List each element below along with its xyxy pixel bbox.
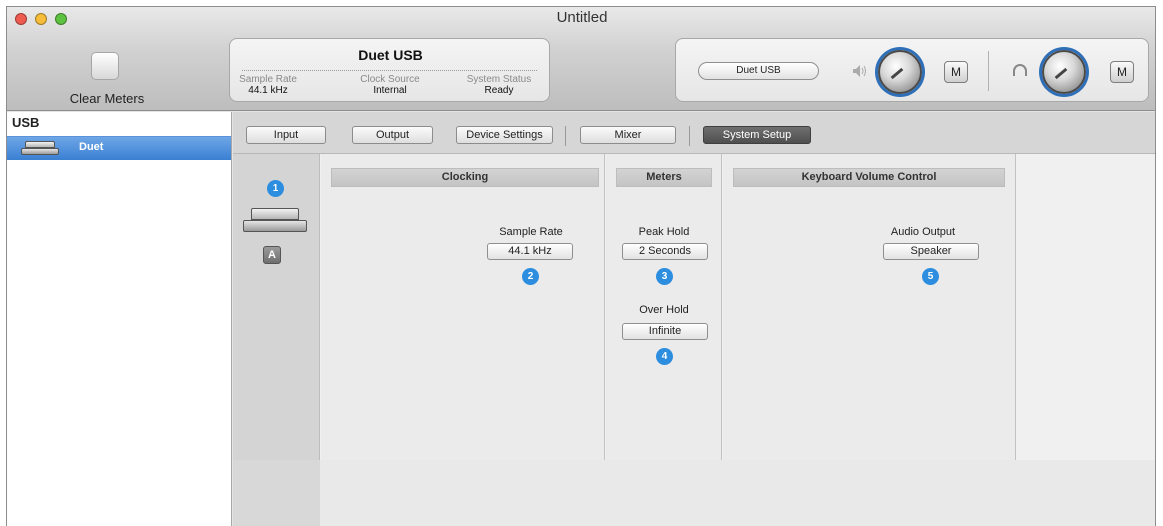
system-status-label: System Status: [466, 74, 532, 85]
device-a-button[interactable]: A: [263, 246, 281, 264]
sample-rate-stat: Sample Rate 44.1 kHz: [236, 74, 300, 96]
peak-hold-select[interactable]: 2 Seconds: [622, 243, 708, 260]
callout-badge-5: 5: [922, 268, 939, 285]
callout-badge-2: 2: [522, 268, 539, 285]
window-title: Untitled: [556, 9, 608, 26]
tab-mixer[interactable]: Mixer: [580, 126, 676, 144]
clocking-header: Clocking: [331, 168, 599, 187]
app-window: Untitled Clear Meters Duet USB Sample Ra…: [6, 6, 1156, 526]
sample-rate-field-label: Sample Rate: [499, 226, 563, 238]
tab-separator: [565, 126, 566, 146]
sidebar-group-usb: USB: [12, 115, 40, 130]
speaker-icon: [852, 63, 866, 79]
device-column: 1 A: [233, 154, 320, 460]
clock-source-label: Clock Source: [360, 74, 420, 85]
keyboard-volume-panel: Keyboard Volume Control Audio Output Spe…: [723, 154, 1016, 460]
status-divider: [242, 70, 537, 71]
peak-hold-label: Peak Hold: [638, 226, 690, 238]
device-status-panel: Duet USB Sample Rate 44.1 kHz Clock Sour…: [229, 38, 550, 102]
clock-source-stat: Clock Source Internal: [350, 74, 430, 96]
system-status-value: Ready: [484, 85, 514, 96]
sample-rate-select[interactable]: 44.1 kHz: [487, 243, 573, 260]
output-divider: [988, 51, 989, 91]
system-status-stat: System Status Ready: [458, 74, 540, 96]
tab-system-setup[interactable]: System Setup: [703, 126, 811, 144]
duet-device-icon: [243, 208, 307, 234]
tab-output[interactable]: Output: [352, 126, 433, 144]
clear-meters-label: Clear Meters: [69, 91, 145, 106]
audio-output-label: Audio Output: [890, 226, 956, 238]
tab-input[interactable]: Input: [246, 126, 326, 144]
headphone-mute-button[interactable]: M: [1110, 61, 1134, 83]
callout-badge-1: 1: [267, 180, 284, 197]
over-hold-label: Over Hold: [639, 304, 689, 316]
sample-rate-label: Sample Rate: [239, 74, 297, 85]
meters-panel: Meters Peak Hold 2 Seconds 3 Over Hold I…: [606, 154, 722, 460]
tab-bar: Input Output Device Settings Mixer Syste…: [233, 112, 1155, 154]
speaker-mute-button[interactable]: M: [944, 61, 968, 83]
knob-indicator: [890, 67, 904, 80]
sidebar-item-duet[interactable]: Duet: [7, 136, 231, 160]
callout-badge-3: 3: [656, 268, 673, 285]
meters-header: Meters: [616, 168, 712, 187]
over-hold-select[interactable]: Infinite: [622, 323, 708, 340]
callout-badge-4: 4: [656, 348, 673, 365]
keyboard-volume-header: Keyboard Volume Control: [733, 168, 1005, 187]
knob-indicator: [1054, 67, 1068, 80]
device-sidebar: USB Duet: [7, 112, 232, 526]
speaker-volume-knob[interactable]: [878, 50, 922, 94]
headphones-icon: [1012, 63, 1028, 79]
clock-source-value: Internal: [373, 85, 407, 96]
toolbar: Untitled Clear Meters Duet USB Sample Ra…: [7, 7, 1155, 111]
tab-device-settings[interactable]: Device Settings: [456, 126, 553, 144]
duet-device-icon: [21, 141, 59, 155]
headphone-volume-knob[interactable]: [1042, 50, 1086, 94]
sample-rate-value: 44.1 kHz: [248, 85, 288, 96]
clocking-panel: Clocking Sample Rate 44.1 kHz 2: [321, 154, 605, 460]
bottom-strip: [233, 460, 1155, 526]
output-control-panel: Duet USB M M: [675, 38, 1149, 102]
bottom-left-strip: [233, 460, 320, 526]
system-setup-content: 1 A Clocking Sample Rate 44.1 kHz 2 Mete…: [233, 154, 1155, 526]
device-name: Duet USB: [358, 47, 423, 63]
output-device-select[interactable]: Duet USB: [698, 62, 819, 80]
audio-output-select[interactable]: Speaker: [883, 243, 979, 260]
clear-meters-button[interactable]: [91, 52, 119, 80]
tab-separator: [689, 126, 690, 146]
sidebar-item-label: Duet: [79, 141, 104, 153]
